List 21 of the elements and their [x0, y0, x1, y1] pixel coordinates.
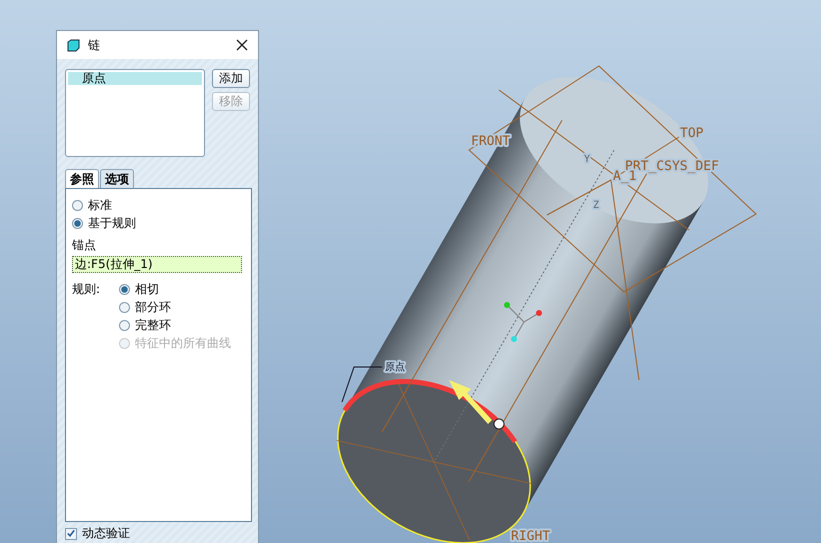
rule-label: 规则: [72, 281, 102, 298]
radio-label: 特征中的所有曲线 [135, 334, 231, 352]
checkbox-label: 动态验证 [82, 525, 130, 542]
window-title: 链 [88, 36, 101, 54]
tab[interactable]: 参照 [65, 169, 99, 188]
dialog-button[interactable]: 添加 [212, 69, 250, 88]
tab[interactable]: 选项 [100, 169, 134, 188]
anchor-label: 锚点 [72, 237, 97, 254]
list-item[interactable]: 原点 [68, 72, 202, 85]
view-label: TOP [680, 126, 704, 141]
anchor-field[interactable]: 边:F5(拉伸_1) [72, 256, 242, 273]
chain-list[interactable]: 原点 [65, 69, 205, 157]
radio-label: 基于规则 [88, 214, 136, 232]
view-label: RIGHT [511, 529, 550, 543]
radio-label: 相切 [135, 280, 159, 298]
view-label: Y [584, 154, 590, 165]
radio-label: 标准 [88, 196, 112, 214]
view-label: Z [593, 200, 600, 211]
radio-label: 完整环 [135, 316, 171, 334]
view-label: 原点 [385, 362, 405, 373]
radio-label: 部分环 [135, 298, 171, 316]
